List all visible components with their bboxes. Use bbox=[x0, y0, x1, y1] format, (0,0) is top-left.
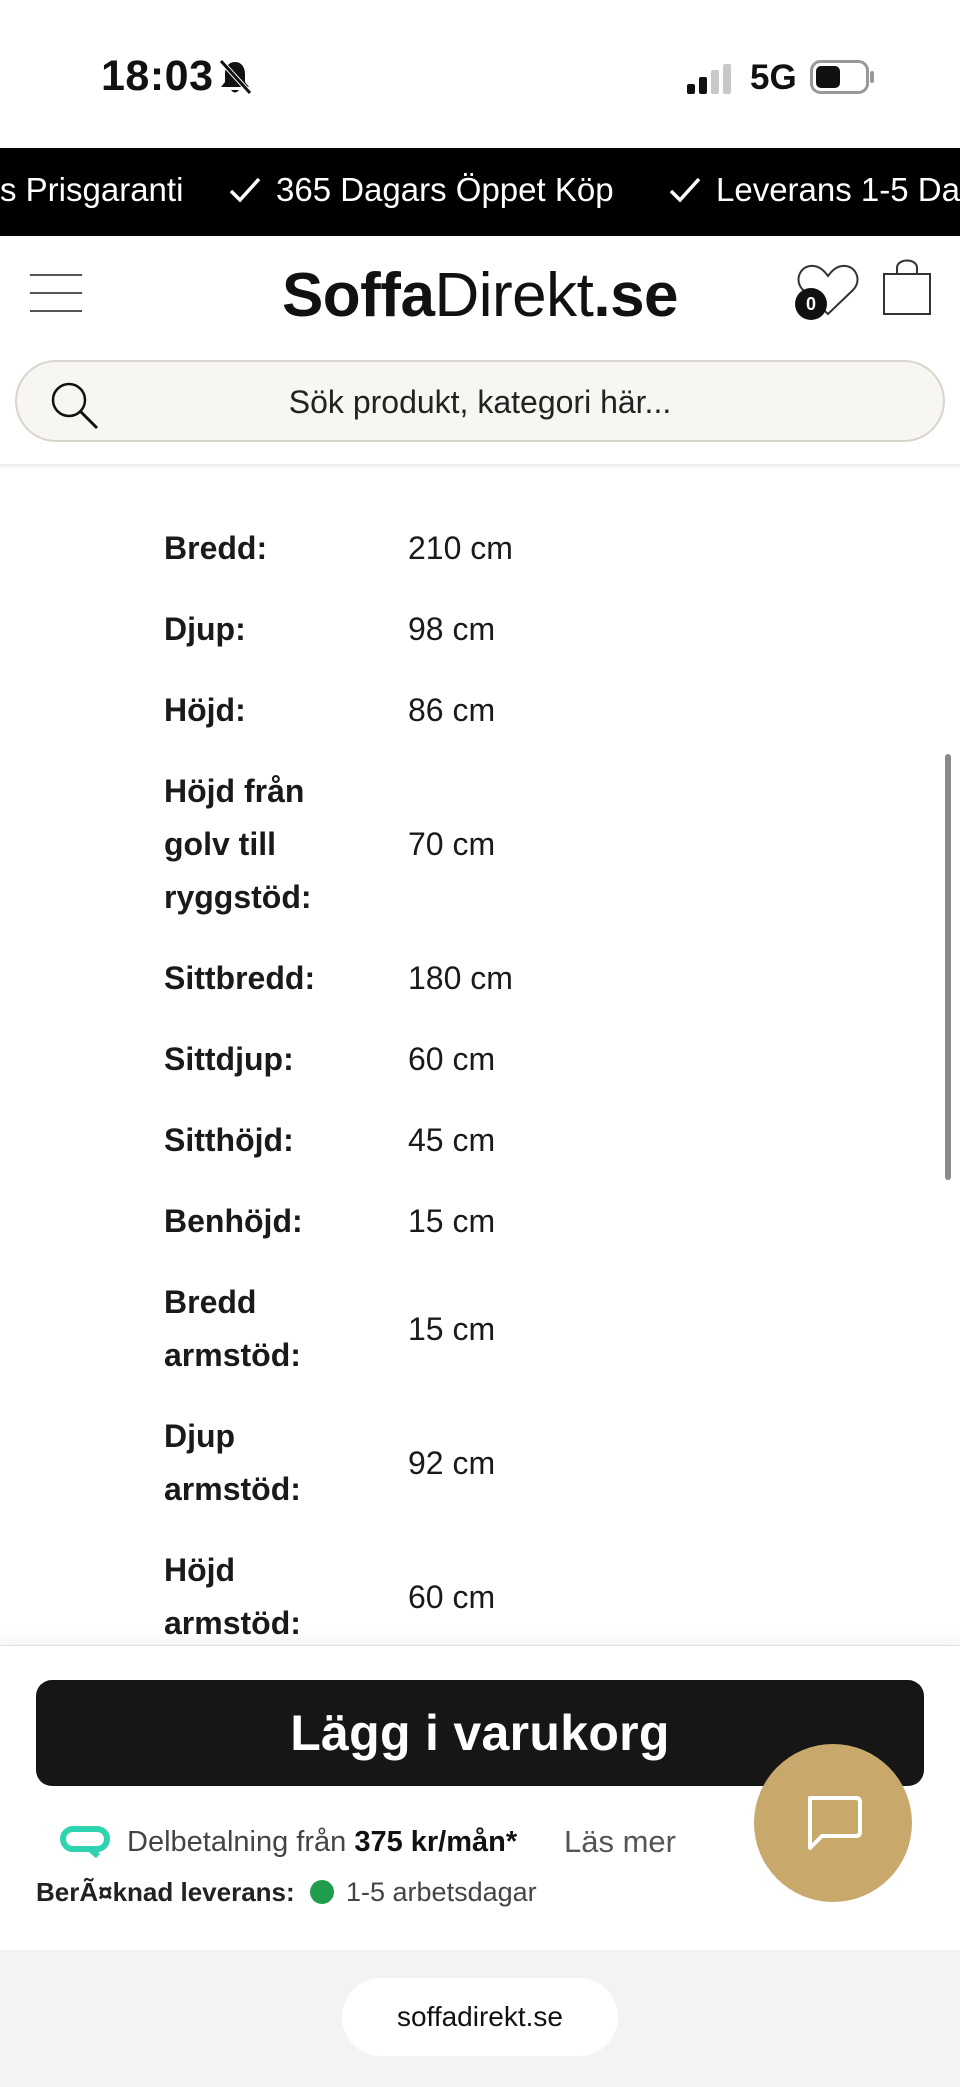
promo-ticker: s Prisgaranti 365 Dagars Öppet Köp Lever… bbox=[0, 148, 960, 236]
delivery-value: 1-5 arbetsdagar bbox=[346, 1877, 537, 1907]
spec-label: Sittbredd: bbox=[164, 960, 316, 996]
promo-item: s Prisgaranti bbox=[0, 171, 184, 208]
check-icon bbox=[669, 177, 701, 203]
search-placeholder: Sök produkt, kategori här... bbox=[288, 384, 672, 420]
spec-label: Djup armstöd: bbox=[164, 1418, 301, 1507]
chat-bubble-icon bbox=[808, 1796, 862, 1850]
spec-value: 92 cm bbox=[408, 1445, 496, 1481]
spec-label: Höjd från golv till ryggstöd: bbox=[164, 773, 312, 915]
spec-value: 60 cm bbox=[408, 1579, 496, 1615]
search-input[interactable]: Sök produkt, kategori här... bbox=[15, 360, 945, 442]
delivery-label: BerÃ¤knad leverans: bbox=[36, 1877, 295, 1907]
chat-button[interactable] bbox=[754, 1744, 912, 1902]
spec-label: Höjd: bbox=[164, 692, 246, 728]
spec-value: 70 cm bbox=[408, 826, 496, 862]
delivery-status-dot bbox=[310, 1880, 334, 1904]
read-more-link[interactable]: Läs mer bbox=[564, 1824, 676, 1860]
network-label: 5G bbox=[750, 58, 797, 97]
site-header: SoffaDirekt.se 0 Sök produkt, kategori h… bbox=[0, 236, 960, 466]
url-bar[interactable]: soffadirekt.se bbox=[342, 1978, 618, 2056]
spec-label: Bredd: bbox=[164, 530, 268, 566]
spec-value: 15 cm bbox=[408, 1203, 496, 1239]
spec-label: Höjd armstöd: bbox=[164, 1552, 301, 1641]
spec-value: 180 cm bbox=[408, 960, 513, 996]
spec-label: Sittdjup: bbox=[164, 1041, 294, 1077]
battery-icon bbox=[810, 60, 874, 94]
spec-value: 210 cm bbox=[408, 530, 513, 566]
wishlist-count-badge: 0 bbox=[795, 288, 827, 320]
signal-icon bbox=[687, 64, 731, 94]
scrollbar-thumb[interactable] bbox=[945, 754, 951, 1180]
installment-logo-icon bbox=[60, 1826, 110, 1858]
spec-value: 98 cm bbox=[408, 611, 496, 647]
header-divider bbox=[0, 464, 960, 470]
status-time: 18:03 bbox=[101, 52, 214, 100]
bell-muted-icon bbox=[219, 59, 252, 95]
spec-value: 45 cm bbox=[408, 1122, 496, 1158]
promo-item: 365 Dagars Öppet Köp bbox=[228, 171, 614, 209]
shopping-bag-icon[interactable] bbox=[880, 256, 934, 318]
spec-label: Benhöjd: bbox=[164, 1203, 303, 1239]
spec-label: Bredd armstöd: bbox=[164, 1284, 301, 1373]
installment-text: Delbetalning från 375 kr/mån* bbox=[127, 1826, 518, 1858]
promo-item: Leverans 1-5 Da bbox=[668, 171, 960, 209]
spec-label: Djup: bbox=[164, 611, 246, 647]
spec-value: 60 cm bbox=[408, 1041, 496, 1077]
check-icon bbox=[229, 177, 261, 203]
spec-label: Sitthöjd: bbox=[164, 1122, 294, 1158]
status-bar: 18:03 5G bbox=[0, 0, 960, 148]
spec-value: 15 cm bbox=[408, 1311, 496, 1347]
browser-toolbar: soffadirekt.se bbox=[0, 1950, 960, 2087]
spec-value: 86 cm bbox=[408, 692, 496, 728]
